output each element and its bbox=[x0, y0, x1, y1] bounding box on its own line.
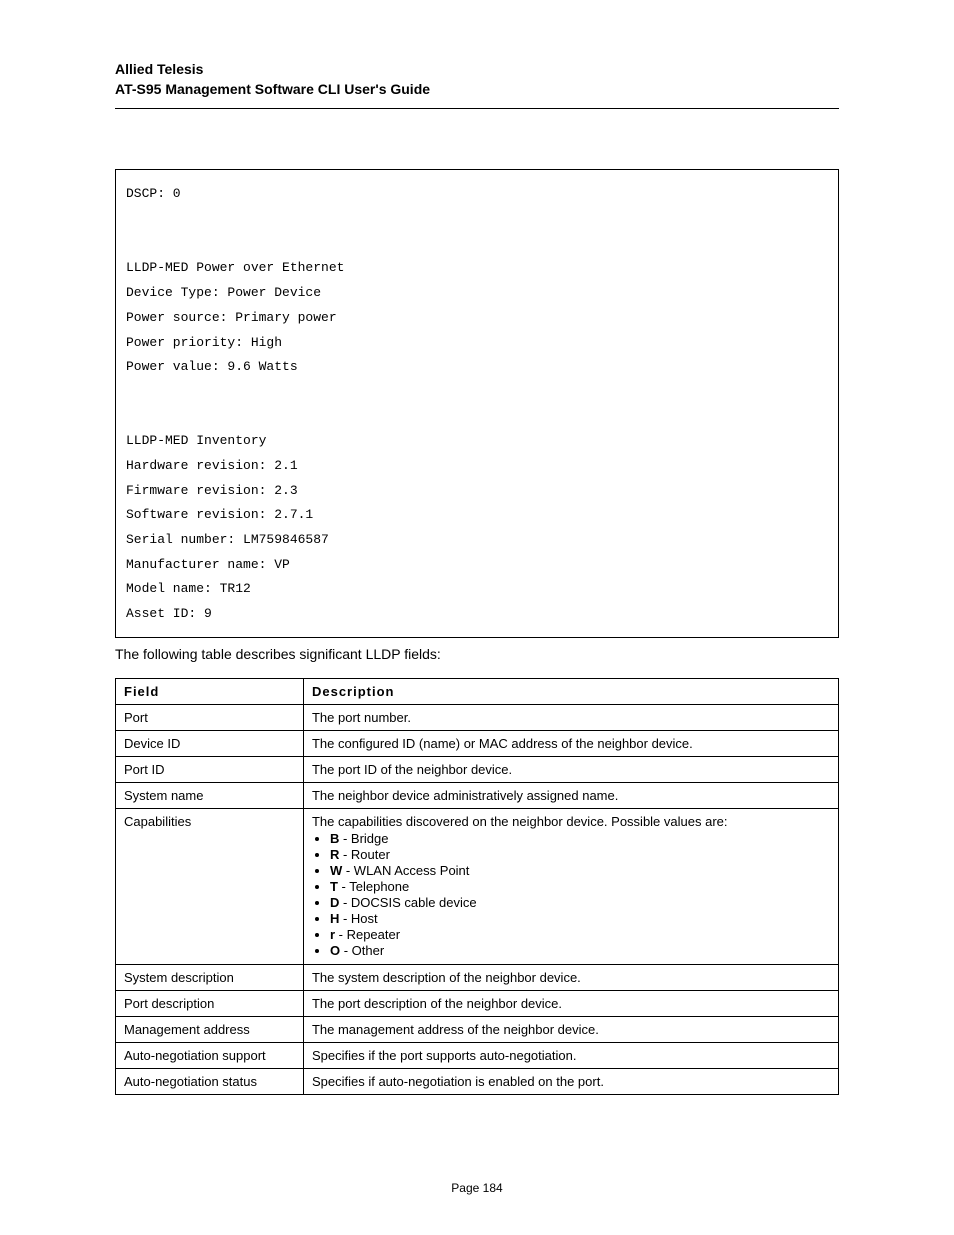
cell-desc: The neighbor device administratively ass… bbox=[303, 782, 838, 808]
cell-field: Port bbox=[116, 704, 304, 730]
table-row: Port ID The port ID of the neighbor devi… bbox=[116, 756, 839, 782]
code-hw-rev: Hardware revision: 2.1 bbox=[126, 458, 298, 473]
list-item: R - Router bbox=[330, 847, 830, 862]
cell-field: Management address bbox=[116, 1016, 304, 1042]
cap-text: - Host bbox=[339, 911, 377, 926]
table-header-row: Field Description bbox=[116, 678, 839, 704]
cap-intro: The capabilities discovered on the neigh… bbox=[312, 814, 728, 829]
cap-text: - Repeater bbox=[335, 927, 400, 942]
cell-field: Auto-negotiation status bbox=[116, 1068, 304, 1094]
lldp-fields-table: Field Description Port The port number. … bbox=[115, 678, 839, 1095]
list-item: B - Bridge bbox=[330, 831, 830, 846]
code-poe-title: LLDP-MED Power over Ethernet bbox=[126, 260, 344, 275]
cell-field: Capabilities bbox=[116, 808, 304, 964]
cap-code: D bbox=[330, 895, 339, 910]
code-fw-rev: Firmware revision: 2.3 bbox=[126, 483, 298, 498]
col-header-field: Field bbox=[116, 678, 304, 704]
cap-code: B bbox=[330, 831, 339, 846]
cell-desc: The port description of the neighbor dev… bbox=[303, 990, 838, 1016]
table-row: Device ID The configured ID (name) or MA… bbox=[116, 730, 839, 756]
code-model: Model name: TR12 bbox=[126, 581, 251, 596]
code-sw-rev: Software revision: 2.7.1 bbox=[126, 507, 313, 522]
cell-field: Auto-negotiation support bbox=[116, 1042, 304, 1068]
cap-code: H bbox=[330, 911, 339, 926]
cell-field: Device ID bbox=[116, 730, 304, 756]
list-item: T - Telephone bbox=[330, 879, 830, 894]
cap-code: W bbox=[330, 863, 342, 878]
col-header-description: Description bbox=[303, 678, 838, 704]
table-row: Capabilities The capabilities discovered… bbox=[116, 808, 839, 964]
table-row: Auto-negotiation support Specifies if th… bbox=[116, 1042, 839, 1068]
page-footer: Page 184 bbox=[0, 1181, 954, 1195]
code-inv-title: LLDP-MED Inventory bbox=[126, 433, 266, 448]
cap-text: - Telephone bbox=[338, 879, 409, 894]
cap-text: - Router bbox=[339, 847, 390, 862]
cell-desc: The configured ID (name) or MAC address … bbox=[303, 730, 838, 756]
list-item: O - Other bbox=[330, 943, 830, 958]
table-row: System name The neighbor device administ… bbox=[116, 782, 839, 808]
table-intro: The following table describes significan… bbox=[115, 646, 839, 662]
table-row: Management address The management addres… bbox=[116, 1016, 839, 1042]
cell-desc: The system description of the neighbor d… bbox=[303, 964, 838, 990]
cell-desc: The port ID of the neighbor device. bbox=[303, 756, 838, 782]
cell-field: System description bbox=[116, 964, 304, 990]
capabilities-list: B - Bridge R - Router W - WLAN Access Po… bbox=[312, 831, 830, 958]
cell-field: System name bbox=[116, 782, 304, 808]
code-power-source: Power source: Primary power bbox=[126, 310, 337, 325]
page-header: Allied Telesis AT-S95 Management Softwar… bbox=[115, 60, 839, 98]
code-power-priority: Power priority: High bbox=[126, 335, 282, 350]
cell-desc: Specifies if the port supports auto-nego… bbox=[303, 1042, 838, 1068]
cap-code: R bbox=[330, 847, 339, 862]
header-title: AT-S95 Management Software CLI User's Gu… bbox=[115, 80, 839, 98]
cell-field: Port ID bbox=[116, 756, 304, 782]
cap-text: - Bridge bbox=[339, 831, 388, 846]
list-item: D - DOCSIS cable device bbox=[330, 895, 830, 910]
code-power-value: Power value: 9.6 Watts bbox=[126, 359, 298, 374]
cap-text: - Other bbox=[340, 943, 384, 958]
code-serial: Serial number: LM759846587 bbox=[126, 532, 329, 547]
table-row: Port description The port description of… bbox=[116, 990, 839, 1016]
code-device-type: Device Type: Power Device bbox=[126, 285, 321, 300]
list-item: H - Host bbox=[330, 911, 830, 926]
cap-code: T bbox=[330, 879, 338, 894]
cell-field: Port description bbox=[116, 990, 304, 1016]
list-item: W - WLAN Access Point bbox=[330, 863, 830, 878]
table-row: Auto-negotiation status Specifies if aut… bbox=[116, 1068, 839, 1094]
cap-code: O bbox=[330, 943, 340, 958]
cli-output-block: DSCP: 0 LLDP-MED Power over Ethernet Dev… bbox=[115, 169, 839, 637]
code-manufacturer: Manufacturer name: VP bbox=[126, 557, 290, 572]
list-item: r - Repeater bbox=[330, 927, 830, 942]
code-dscp: DSCP: 0 bbox=[126, 186, 181, 201]
cell-desc: The management address of the neighbor d… bbox=[303, 1016, 838, 1042]
cell-desc-capabilities: The capabilities discovered on the neigh… bbox=[303, 808, 838, 964]
cap-text: - WLAN Access Point bbox=[342, 863, 469, 878]
cell-desc: Specifies if auto-negotiation is enabled… bbox=[303, 1068, 838, 1094]
header-rule bbox=[115, 108, 839, 109]
cap-text: - DOCSIS cable device bbox=[339, 895, 476, 910]
header-vendor: Allied Telesis bbox=[115, 60, 839, 78]
cell-desc: The port number. bbox=[303, 704, 838, 730]
table-row: Port The port number. bbox=[116, 704, 839, 730]
table-row: System description The system descriptio… bbox=[116, 964, 839, 990]
document-page: Allied Telesis AT-S95 Management Softwar… bbox=[0, 0, 954, 1235]
code-asset: Asset ID: 9 bbox=[126, 606, 212, 621]
